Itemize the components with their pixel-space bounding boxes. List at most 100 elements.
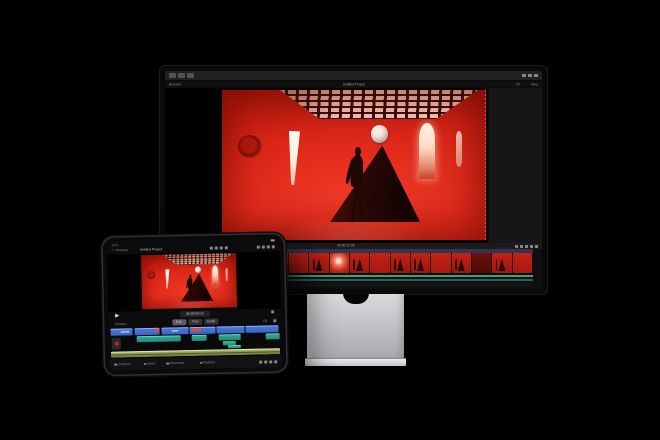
- storyline-clip[interactable]: [217, 326, 245, 334]
- tab-trim[interactable]: Trim: [188, 319, 202, 325]
- toolbar-left-buttons: [169, 73, 194, 78]
- red-room-scene: [222, 90, 486, 240]
- ipad-project-title: Untitled Project: [140, 248, 162, 252]
- fit-menu[interactable]: Fit: [264, 320, 268, 323]
- viewer-zoom-menu[interactable]: Fit: [516, 83, 520, 86]
- ipad-viewer-video[interactable]: [141, 253, 237, 310]
- red-room-scene: [141, 253, 237, 309]
- import-icon[interactable]: [257, 246, 260, 249]
- film-frame-figure[interactable]: [411, 253, 431, 273]
- fullscreen-icon[interactable]: [535, 245, 538, 248]
- ipad-toolrow-right: [273, 319, 276, 322]
- selection-dashed-edge: [485, 90, 486, 240]
- ipad-timecode-pill: 00:00:04:12: [180, 311, 210, 318]
- vignette: [141, 253, 237, 309]
- monitor-tl-right: [515, 245, 538, 248]
- options-icon[interactable]: [273, 319, 276, 322]
- help-icon[interactable]: [267, 245, 270, 248]
- appearance-icon[interactable]: [520, 245, 523, 248]
- clip-label: [171, 330, 178, 332]
- timeline-marker[interactable]: [154, 328, 159, 332]
- ipad-timeline: [108, 324, 282, 358]
- insert-button[interactable]: Insert: [144, 361, 163, 367]
- viewer-area: [165, 88, 542, 243]
- film-frame-figure[interactable]: [391, 253, 411, 273]
- film-frame-figure[interactable]: [350, 253, 370, 273]
- fcp-ipad-screen: 9:41 ‹ Projects Untitled Project: [107, 238, 283, 371]
- redo-icon[interactable]: [215, 247, 218, 250]
- inspector-toggle[interactable]: [178, 73, 185, 78]
- tab-edit[interactable]: Edit: [172, 319, 186, 325]
- clip-label: [121, 331, 129, 333]
- more-icon[interactable]: [272, 245, 275, 248]
- connected-clip[interactable]: [266, 333, 280, 339]
- connected-clip[interactable]: [137, 335, 181, 342]
- media-icon[interactable]: [220, 246, 223, 249]
- edit-button-label: Insert: [148, 362, 156, 365]
- zoom-in-icon[interactable]: [269, 360, 272, 363]
- red-room-scene-small: [141, 253, 237, 309]
- ipad: 9:41 ‹ Projects Untitled Project: [103, 234, 287, 375]
- viewer-info-row: Browser Untitled Project Fit View: [165, 81, 542, 88]
- stand-notch: [343, 293, 369, 304]
- film-frame-dark[interactable]: [472, 253, 492, 273]
- monitor-toolbar-right: [522, 74, 538, 77]
- fullscreen-icon[interactable]: [271, 310, 274, 313]
- settings-icon[interactable]: [530, 245, 533, 248]
- tab-label: Edit: [176, 320, 182, 323]
- display-icon[interactable]: [528, 74, 532, 77]
- storyline-clip[interactable]: [246, 325, 279, 333]
- connected-clip[interactable]: [192, 335, 207, 341]
- replace-button[interactable]: Replace: [200, 359, 226, 366]
- film-frame-figure[interactable]: [492, 253, 512, 273]
- display-stand: [307, 294, 404, 359]
- back-chevron-icon[interactable]: ‹: [112, 248, 113, 252]
- film-frame-plain[interactable]: [513, 253, 533, 273]
- undo-icon[interactable]: [210, 247, 213, 250]
- project-title: Untitled Project: [337, 83, 370, 86]
- titles-icon[interactable]: [225, 246, 228, 249]
- overwrite-button[interactable]: Overwrite: [167, 360, 196, 367]
- battery-icon: [271, 239, 275, 241]
- fullscreen-icon[interactable]: [274, 360, 277, 363]
- ipad-bottom-bar: Connect Insert Overwrite Replace: [109, 354, 282, 371]
- edit-button-label: Overwrite: [170, 362, 184, 366]
- snap-icon[interactable]: [515, 245, 518, 248]
- tab-audio[interactable]: Audio: [204, 319, 218, 325]
- connected-clip[interactable]: [227, 345, 241, 349]
- stand-foot: [305, 358, 406, 366]
- share-icon[interactable]: [522, 74, 526, 77]
- mode-tabs: Edit TrimAudio: [172, 319, 218, 325]
- export-icon[interactable]: [262, 246, 265, 249]
- zoom-out-icon[interactable]: [264, 360, 267, 363]
- magnet-icon[interactable]: [259, 360, 262, 363]
- film-frame-flare-small[interactable]: [330, 253, 350, 273]
- connect-button[interactable]: Connect: [114, 361, 140, 368]
- connect-icon: [114, 363, 117, 366]
- browser-toggle[interactable]: [169, 73, 176, 78]
- film-frame-plain[interactable]: [431, 253, 451, 273]
- timeline-marker[interactable]: [192, 327, 202, 331]
- browser-label[interactable]: Browser: [169, 83, 181, 86]
- inspector-panel: [488, 88, 542, 243]
- film-frame-plain[interactable]: [289, 253, 309, 273]
- ipad-viewer: [107, 251, 281, 312]
- play-button[interactable]: [115, 314, 119, 318]
- connected-clip[interactable]: [219, 334, 241, 340]
- overwrite-icon: [167, 362, 170, 365]
- ipad-appbar-center: [210, 246, 228, 249]
- viewer-view-menu[interactable]: View: [531, 83, 538, 86]
- film-frame-figure[interactable]: [309, 253, 329, 273]
- film-frame-plain[interactable]: [370, 253, 390, 273]
- film-frame-figure[interactable]: [452, 253, 472, 273]
- back-button[interactable]: Projects: [116, 248, 128, 252]
- ipad-timecode: 00:00:04:12: [186, 312, 204, 316]
- zoom-icon[interactable]: [525, 245, 528, 248]
- viewer-video[interactable]: [222, 90, 486, 240]
- more-icon[interactable]: [534, 74, 538, 77]
- edit-button-label: Replace: [203, 361, 215, 365]
- timeline-label: Timeline: [114, 323, 126, 327]
- timeline-toggle[interactable]: [187, 73, 194, 78]
- fcp-toolbar: [165, 71, 542, 81]
- timeline-timecode: 00:00:12:08: [337, 244, 354, 247]
